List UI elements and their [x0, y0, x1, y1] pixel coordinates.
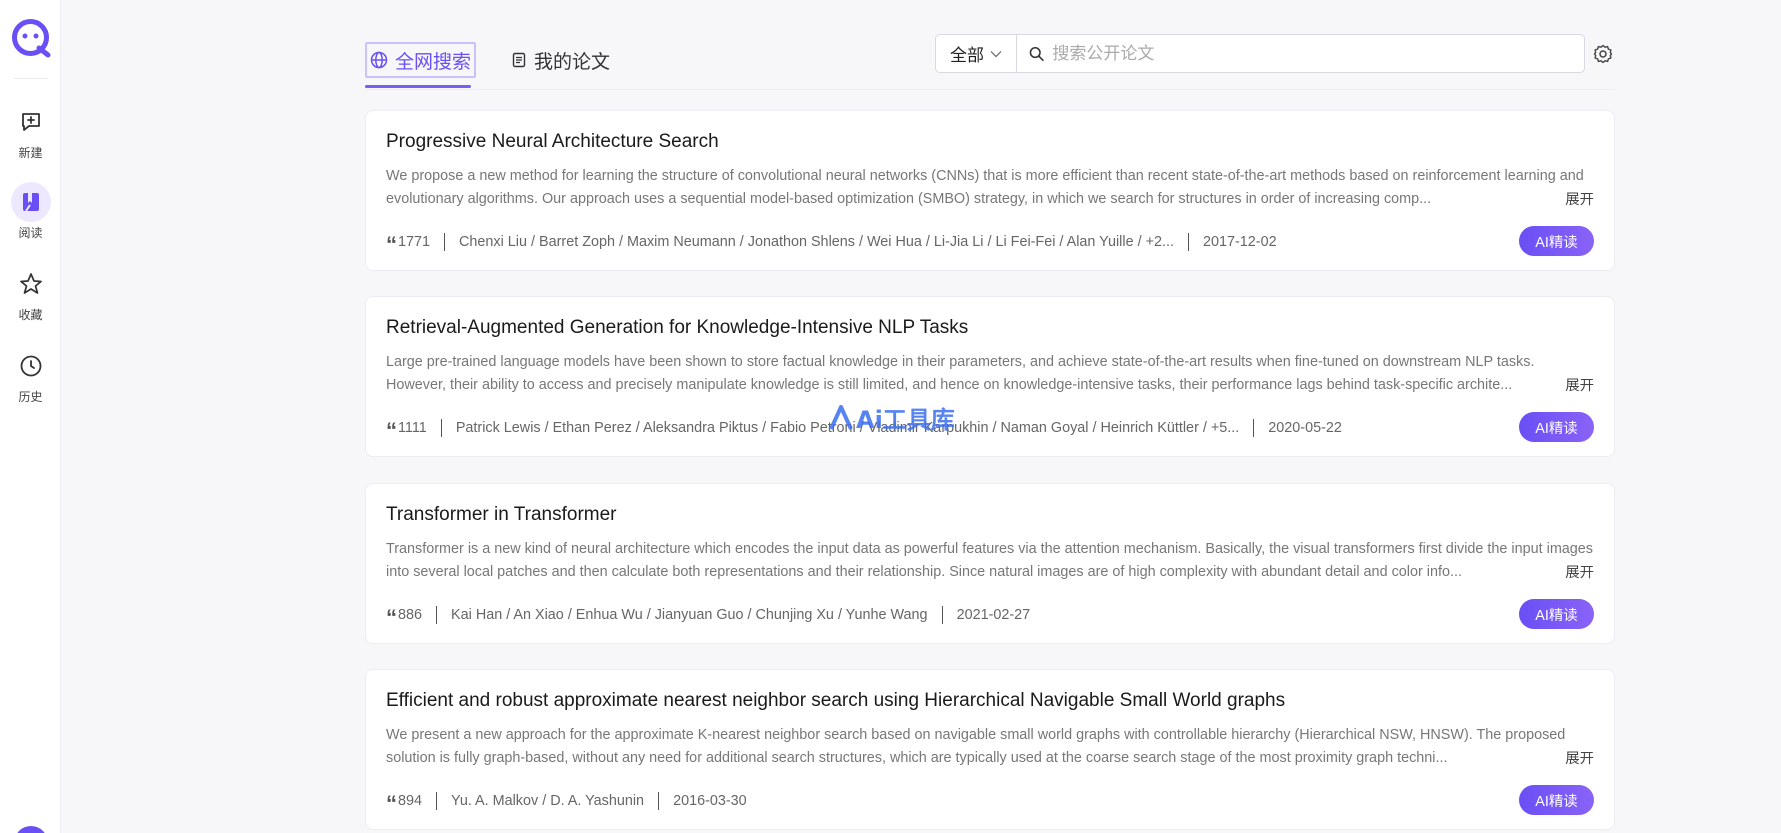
avatar[interactable]	[14, 826, 48, 833]
citation-count: 1771	[398, 234, 431, 250]
ai-read-button[interactable]: AI精读	[1519, 599, 1594, 629]
paper-authors: Chenxi Liu / Barret Zoph / Maxim Neumann…	[459, 234, 1174, 250]
search-bar: 全部	[935, 34, 1585, 73]
ai-read-button[interactable]: AI精读	[1519, 226, 1594, 256]
watermark-text: Ai工具库	[856, 406, 955, 434]
citation-icon: “	[386, 605, 397, 630]
sidebar-item-favorites[interactable]: 收藏	[0, 264, 61, 330]
meta-divider	[658, 792, 660, 810]
gear-icon[interactable]	[1593, 44, 1613, 64]
sidebar-item-new[interactable]: 新建	[0, 102, 61, 168]
star-icon	[11, 264, 51, 304]
meta-divider	[1187, 233, 1189, 251]
watermark: Ai工具库	[828, 400, 955, 435]
citation-icon: “	[386, 232, 397, 257]
paper-card: Progressive Neural Architecture Search W…	[365, 110, 1615, 271]
sidebar-item-label: 历史	[18, 390, 43, 404]
tab-label: 我的论文	[534, 50, 611, 73]
paper-title[interactable]: Transformer in Transformer	[386, 504, 617, 526]
citation-count: 894	[398, 793, 423, 809]
meta-divider	[436, 792, 438, 810]
paper-abstract: We present a new approach for the approx…	[386, 727, 1566, 766]
paper-title[interactable]: Progressive Neural Architecture Search	[386, 131, 719, 153]
search-input-container	[1017, 35, 1584, 72]
ai-read-button[interactable]: AI精读	[1519, 412, 1594, 442]
tab-my-papers[interactable]: 我的论文	[511, 42, 610, 78]
citation-count: 886	[398, 607, 423, 623]
tab-web-search[interactable]: 全网搜索	[365, 42, 477, 78]
paper-card: Retrieval-Augmented Generation for Knowl…	[365, 296, 1615, 457]
paper-title[interactable]: Efficient and robust approximate nearest…	[386, 690, 1285, 712]
document-icon	[512, 52, 526, 68]
ai-read-button[interactable]: AI精读	[1519, 785, 1594, 815]
topbar: 全网搜索 我的论文 全部	[365, 30, 1615, 90]
paper-date: 2016-03-30	[673, 793, 747, 809]
paper-abstract: We propose a new method for learning the…	[386, 168, 1584, 207]
expand-link[interactable]: 展开	[1561, 188, 1594, 209]
meta-divider	[941, 606, 943, 624]
paper-authors: Kai Han / An Xiao / Enhua Wu / Jianyuan …	[451, 607, 928, 623]
expand-link[interactable]: 展开	[1561, 561, 1594, 582]
paper-title[interactable]: Retrieval-Augmented Generation for Knowl…	[386, 317, 968, 339]
search-icon	[1029, 46, 1044, 61]
paper-authors: Yu. A. Malkov / D. A. Yashunin	[451, 793, 645, 809]
scope-select-value: 全部	[950, 46, 984, 66]
citation-icon: “	[386, 791, 397, 816]
paper-abstract: Large pre-trained language models have b…	[386, 354, 1535, 393]
paper-meta: “ 886 Kai Han / An Xiao / Enhua Wu / Jia…	[386, 604, 1031, 630]
globe-icon	[370, 51, 388, 69]
meta-divider	[1253, 419, 1255, 437]
sidebar-item-label: 新建	[18, 146, 43, 160]
meta-divider	[444, 233, 446, 251]
meta-divider	[440, 419, 442, 437]
clock-icon	[11, 346, 51, 386]
logo-icon[interactable]	[10, 17, 51, 58]
new-chat-icon	[11, 102, 51, 142]
paper-date: 2021-02-27	[956, 607, 1031, 623]
scope-select[interactable]: 全部	[936, 35, 1017, 72]
expand-link[interactable]: 展开	[1561, 374, 1594, 395]
meta-divider	[436, 606, 438, 624]
watermark-logo-icon	[829, 404, 853, 430]
paper-abstract: Transformer is a new kind of neural arch…	[386, 541, 1594, 580]
paper-meta: “ 894 Yu. A. Malkov / D. A. Yashunin 201…	[386, 790, 747, 816]
sidebar-divider	[14, 78, 48, 79]
paper-date: 2017-12-02	[1202, 234, 1277, 250]
active-tab-indicator	[365, 85, 471, 88]
paper-card: Transformer in Transformer Transformer i…	[365, 483, 1615, 644]
sidebar-item-label: 收藏	[18, 308, 43, 322]
sidebar-item-label: 阅读	[18, 226, 43, 240]
expand-link[interactable]: 展开	[1561, 747, 1594, 768]
paper-meta: “ 1771 Chenxi Liu / Barret Zoph / Maxim …	[386, 231, 1277, 257]
paper-date: 2020-05-22	[1268, 420, 1342, 436]
citation-icon: “	[386, 418, 397, 443]
book-icon	[10, 182, 51, 222]
sidebar-item-read[interactable]: 阅读	[0, 182, 61, 248]
sidebar: 新建 阅读 收藏 历史	[0, 0, 61, 833]
chevron-down-icon	[990, 50, 1002, 57]
tab-label: 全网搜索	[395, 50, 472, 73]
citation-count: 1111	[398, 420, 427, 436]
search-input[interactable]	[1052, 43, 1584, 64]
sidebar-item-history[interactable]: 历史	[0, 346, 61, 412]
paper-card: Efficient and robust approximate nearest…	[365, 669, 1615, 830]
